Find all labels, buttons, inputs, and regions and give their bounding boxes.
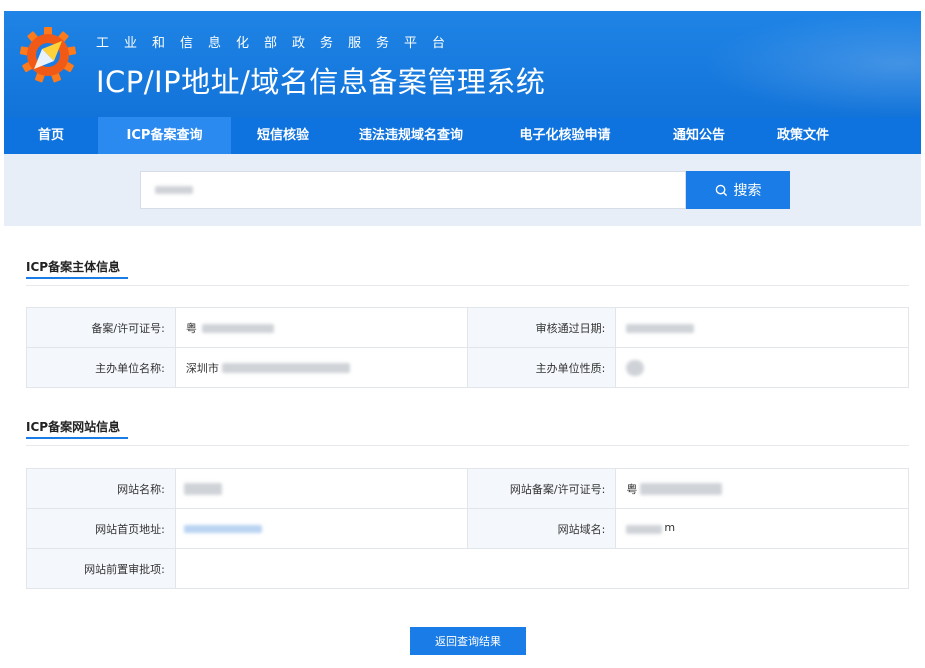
redacted-approval-date [626,324,695,333]
redacted-site-name [183,483,222,495]
license-label: 备案/许可证号: [26,307,176,348]
search-button[interactable]: 搜索 [686,171,790,209]
unit-nature-label: 主办单位性质: [467,347,617,388]
approval-date-label: 审核通过日期: [467,307,617,348]
domain-label: 网站域名: [467,508,617,549]
site-license-value: 粤 [615,468,909,509]
unit-name-label: 主办单位名称: [26,347,176,388]
unit-name-value-prefix: 深圳市 [185,361,219,375]
search-icon [715,184,727,196]
website-info-table: 网站名称: 网站备案/许可证号: 粤 网站首页地址: 网站域名: m 网站前置审… [26,468,910,589]
subject-info-table: 备案/许可证号: 粤 审核通过日期: 主办单位名称: 深圳市 主办单位性质: [26,307,909,388]
nav-item-e-verify-apply[interactable]: 电子化核验申请 [487,117,643,154]
license-value: 粤 [174,307,469,348]
preapproval-label: 网站前置审批项: [26,548,176,589]
homepage-label: 网站首页地址: [26,508,176,549]
preapproval-value [174,548,910,589]
search-band: 搜索 [4,154,921,226]
homepage-value[interactable] [174,508,469,549]
domain-value: m [615,508,909,549]
subject-section-divider [26,285,909,286]
table-row: 备案/许可证号: 粤 审核通过日期: [26,307,909,348]
unit-nature-value [615,347,909,388]
table-row: 主办单位名称: 深圳市 主办单位性质: [26,347,909,388]
nav-item-illegal-domain-query[interactable]: 违法违规域名查询 [335,117,487,154]
site-header: 工业和信息化部政务服务平台 ICP/IP地址/域名信息备案管理系统 [4,11,921,117]
header-glow-decoration [701,11,921,117]
website-section-title: ICP备案网站信息 [26,420,121,434]
main-nav: 首页 ICP备案查询 短信核验 违法违规域名查询 电子化核验申请 通知公告 政策… [4,117,921,154]
nav-item-sms-verify[interactable]: 短信核验 [231,117,335,154]
nav-item-icp-query[interactable]: ICP备案查询 [98,117,231,154]
unit-name-value: 深圳市 [174,347,469,388]
subject-section-title: ICP备案主体信息 [26,260,121,274]
redacted-unit-name [221,363,350,373]
site-license-label: 网站备案/许可证号: [467,468,617,509]
redacted-license [201,324,274,333]
website-section-divider [26,445,909,446]
table-row: 网站名称: 网站备案/许可证号: 粤 [26,468,909,509]
back-to-results-button[interactable]: 返回查询结果 [410,627,526,655]
table-row: 网站首页地址: 网站域名: m [26,508,909,549]
redacted-site-license [640,483,723,495]
nav-item-policy-docs[interactable]: 政策文件 [755,117,851,154]
domain-value-suffix: m [664,521,676,534]
approval-date-value [615,307,909,348]
miit-logo-icon[interactable] [18,25,78,85]
license-value-prefix: 粤 [185,321,197,335]
header-subtitle: 工业和信息化部政务服务平台 [96,36,461,51]
site-name-value [174,468,469,509]
site-name-label: 网站名称: [26,468,176,509]
page-title: ICP/IP地址/域名信息备案管理系统 [96,65,546,99]
redacted-homepage-link[interactable] [183,525,262,533]
redacted-domain [626,525,663,534]
search-input[interactable] [140,171,686,209]
redacted-unit-nature [626,360,645,376]
website-section-underline [26,437,128,439]
subject-section-underline [26,277,128,279]
table-row: 网站前置审批项: [26,548,910,589]
redacted-query [155,186,193,194]
nav-item-announcements[interactable]: 通知公告 [643,117,755,154]
site-license-value-prefix: 粤 [626,482,638,496]
nav-item-home[interactable]: 首页 [4,117,98,154]
search-button-label: 搜索 [733,183,762,199]
